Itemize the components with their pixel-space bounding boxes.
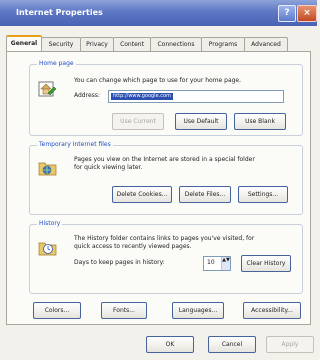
temporary-files-group-label: Temporary Internet files xyxy=(37,141,113,149)
internet-properties-window: Internet Properties ? × General Security… xyxy=(0,0,317,360)
delete-files-button[interactable]: Delete Files... xyxy=(179,186,231,203)
window-title: Internet Properties xyxy=(16,8,103,17)
home-page-icon xyxy=(38,81,57,97)
use-blank-button[interactable]: Use Blank xyxy=(234,113,286,130)
temporary-files-icon xyxy=(38,162,57,176)
cancel-button[interactable]: Cancel xyxy=(208,336,256,353)
history-group: History The History folder contains link… xyxy=(29,220,303,294)
history-group-label: History xyxy=(37,220,63,228)
languages-button[interactable]: Languages... xyxy=(172,302,224,319)
delete-cookies-button[interactable]: Delete Cookies... xyxy=(112,186,172,203)
home-page-group: Home page You can change which page to u… xyxy=(29,60,303,136)
history-description-line1: The History folder contains links to pag… xyxy=(74,235,255,242)
fonts-button[interactable]: Fonts... xyxy=(101,302,147,319)
history-description-line2: quick access to recently viewed pages. xyxy=(74,243,192,250)
accessibility-button[interactable]: Accessibility... xyxy=(243,302,301,319)
use-default-button[interactable]: Use Default xyxy=(175,113,227,130)
tab-programs[interactable]: Programs xyxy=(201,37,245,51)
tab-connections[interactable]: Connections xyxy=(150,37,202,51)
tab-privacy[interactable]: Privacy xyxy=(80,37,114,51)
ok-button[interactable]: OK xyxy=(146,336,194,353)
general-tab-panel: Home page You can change which page to u… xyxy=(6,51,311,325)
address-label: Address: xyxy=(74,92,100,99)
days-to-keep-spinner[interactable]: 10 ▲▼ xyxy=(203,256,231,271)
help-button[interactable]: ? xyxy=(278,5,296,22)
temporary-files-description-line2: for quick viewing later. xyxy=(74,164,143,171)
address-input[interactable]: http://www.google.com xyxy=(108,90,284,103)
temporary-files-description-line1: Pages you view on the Internet are store… xyxy=(74,156,255,163)
close-button[interactable]: × xyxy=(297,5,317,22)
tab-advanced[interactable]: Advanced xyxy=(244,37,288,51)
settings-button[interactable]: Settings... xyxy=(238,186,288,203)
tab-security[interactable]: Security xyxy=(41,37,81,51)
apply-button[interactable]: Apply xyxy=(266,336,314,353)
history-icon xyxy=(38,242,57,256)
temporary-internet-files-group: Temporary Internet files Pages you view … xyxy=(29,141,303,215)
title-bar[interactable]: Internet Properties ? × xyxy=(0,0,317,26)
days-to-keep-value: 10 xyxy=(207,259,215,266)
address-value: http://www.google.com xyxy=(111,93,173,100)
use-current-button[interactable]: Use Current xyxy=(112,113,164,130)
colors-button[interactable]: Colors... xyxy=(33,302,81,319)
spinner-arrows-icon[interactable]: ▲▼ xyxy=(221,257,230,270)
tab-content[interactable]: Content xyxy=(113,37,151,51)
home-page-description: You can change which page to use for you… xyxy=(74,77,242,84)
days-to-keep-label: Days to keep pages in history: xyxy=(74,259,165,266)
home-page-group-label: Home page xyxy=(37,60,76,68)
clear-history-button[interactable]: Clear History xyxy=(241,255,291,272)
